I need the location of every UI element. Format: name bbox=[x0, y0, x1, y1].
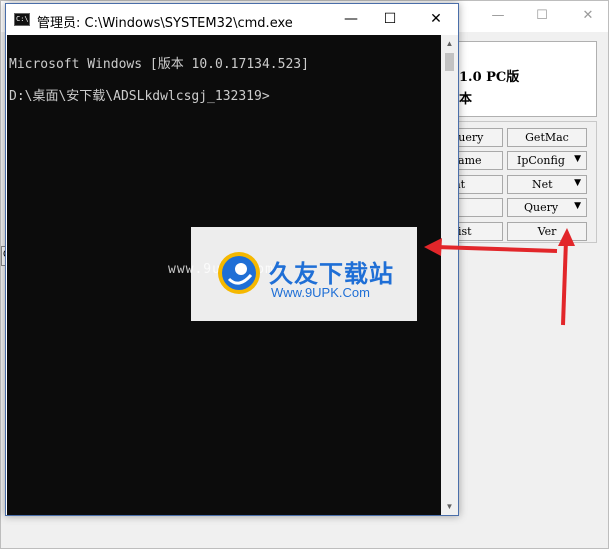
chevron-down-icon: ▼ bbox=[574, 201, 581, 211]
getmac-button[interactable]: GetMac bbox=[507, 128, 587, 147]
app-info-text: 本 bbox=[459, 92, 473, 107]
watermark-logo-icon bbox=[218, 252, 260, 294]
scroll-up-icon[interactable]: ▲ bbox=[441, 35, 458, 52]
chevron-down-icon: ▼ bbox=[574, 178, 581, 188]
watermark-overlay: 久友下载站 Www.9UPK.Com bbox=[191, 227, 417, 321]
cmd-titlebar[interactable]: C:\ 管理员: C:\Windows\SYSTEM32\cmd.exe — ☐… bbox=[6, 4, 458, 35]
cmd-window-title: 管理员: C:\Windows\SYSTEM32\cmd.exe bbox=[37, 16, 293, 31]
console-version-line: Microsoft Windows [版本 10.0.17134.523] bbox=[9, 57, 309, 72]
bg-maximize-button[interactable]: ☐ bbox=[531, 5, 553, 27]
query-dropdown[interactable]: Query ▼ bbox=[507, 198, 587, 217]
watermark-title: 久友下载站 bbox=[269, 260, 394, 288]
ipconfig-dropdown[interactable]: IpConfig ▼ bbox=[507, 151, 587, 170]
console-icon: C:\ bbox=[14, 13, 30, 26]
vertical-scrollbar[interactable]: ▲ ▼ bbox=[441, 35, 458, 515]
console-prompt-line: D:\桌面\安下载\ADSLkdwlcsgj_132319> bbox=[9, 89, 270, 104]
close-button[interactable]: ✕ bbox=[424, 8, 448, 30]
scroll-thumb[interactable] bbox=[445, 53, 454, 71]
app-info-panel: 1.0 PC版 本 bbox=[454, 41, 597, 117]
scroll-down-icon[interactable]: ▼ bbox=[441, 498, 458, 515]
chevron-down-icon: ▼ bbox=[574, 154, 581, 164]
bg-minimize-button[interactable]: — bbox=[487, 5, 509, 27]
net-dropdown[interactable]: Net ▼ bbox=[507, 175, 587, 194]
bg-close-button[interactable]: ✕ bbox=[577, 5, 599, 27]
watermark-url: Www.9UPK.Com bbox=[271, 285, 370, 300]
minimize-button[interactable]: — bbox=[339, 8, 363, 30]
ver-button[interactable]: Ver bbox=[507, 222, 587, 241]
maximize-button[interactable]: ☐ bbox=[378, 8, 402, 30]
app-version-text: 1.0 PC版 bbox=[459, 70, 520, 85]
